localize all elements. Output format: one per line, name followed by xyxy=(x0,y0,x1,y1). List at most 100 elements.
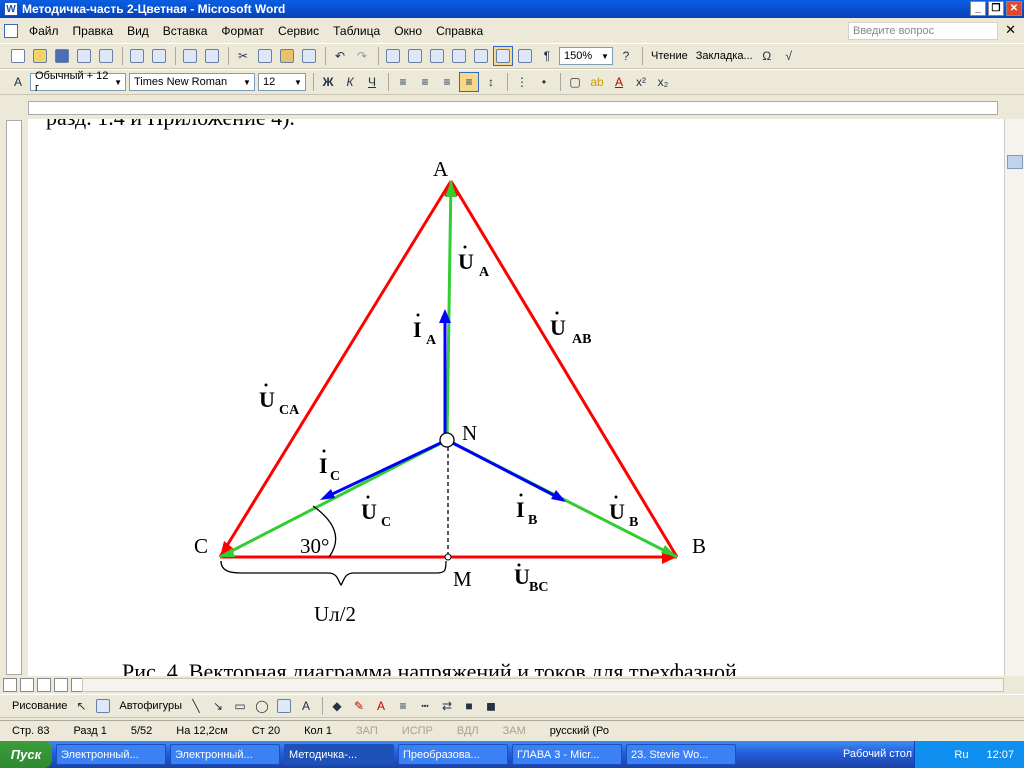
open-icon[interactable] xyxy=(30,46,50,66)
show-hide-icon[interactable]: ¶ xyxy=(537,46,557,66)
outline-view-icon[interactable] xyxy=(54,677,68,692)
copy-icon[interactable] xyxy=(255,46,275,66)
print-view-icon[interactable] xyxy=(37,677,51,692)
cut-icon[interactable]: ✂ xyxy=(233,46,253,66)
menu-edit[interactable]: Правка xyxy=(66,24,121,38)
taskbar-item[interactable]: ГЛАВА 3 - Micr... xyxy=(512,744,622,765)
menu-window[interactable]: Окно xyxy=(387,24,429,38)
oval-tool-icon[interactable]: ◯ xyxy=(252,696,272,716)
close-document-icon[interactable]: ✕ xyxy=(1005,22,1016,38)
drawing-icon[interactable] xyxy=(493,46,513,66)
fill-color-icon[interactable]: ◆ xyxy=(327,696,347,716)
ask-question-input[interactable]: Введите вопрос xyxy=(848,22,998,40)
menu-help[interactable]: Справка xyxy=(429,24,490,38)
redo-icon[interactable]: ↷ xyxy=(352,46,372,66)
research-icon[interactable] xyxy=(202,46,222,66)
equation-icon[interactable]: √ xyxy=(779,46,799,66)
print-preview-icon[interactable] xyxy=(149,46,169,66)
align-right-icon[interactable]: ≡ xyxy=(437,72,457,92)
autoshapes-menu[interactable]: Автофигуры xyxy=(115,700,186,712)
superscript-icon[interactable]: x² xyxy=(631,72,651,92)
shadow-icon[interactable]: ■ xyxy=(459,696,479,716)
status-trk[interactable]: ИСПР xyxy=(390,725,445,737)
insert-excel-icon[interactable] xyxy=(449,46,469,66)
close-button[interactable]: ✕ xyxy=(1006,1,1022,16)
minimize-button[interactable]: _ xyxy=(970,1,986,16)
subscript-icon[interactable]: x₂ xyxy=(653,72,673,92)
bullets-icon[interactable]: • xyxy=(534,72,554,92)
menu-tools[interactable]: Сервис xyxy=(271,24,326,38)
textbox-icon[interactable] xyxy=(274,696,294,716)
underline-icon[interactable]: Ч xyxy=(362,72,382,92)
scroll-thumb[interactable] xyxy=(1007,155,1023,169)
numbering-icon[interactable]: ⋮ xyxy=(512,72,532,92)
zoom-select[interactable]: 150% ▼ xyxy=(559,47,613,65)
permission-icon[interactable] xyxy=(74,46,94,66)
web-view-icon[interactable] xyxy=(20,677,34,692)
email-icon[interactable] xyxy=(96,46,116,66)
menu-view[interactable]: Вид xyxy=(120,24,156,38)
spelling-icon[interactable] xyxy=(180,46,200,66)
taskbar-item[interactable]: 23. Stevie Wo... xyxy=(626,744,736,765)
line-style-icon[interactable]: ≡ xyxy=(393,696,413,716)
wordart-icon[interactable]: A xyxy=(296,696,316,716)
menu-format[interactable]: Формат xyxy=(214,24,271,38)
draw-font-color-icon[interactable]: A xyxy=(371,696,391,716)
dash-style-icon[interactable]: ┅ xyxy=(415,696,435,716)
document-icon[interactable] xyxy=(4,23,18,38)
3d-icon[interactable]: ◼ xyxy=(481,696,501,716)
styles-icon[interactable]: A xyxy=(8,72,28,92)
drawing-menu[interactable]: Рисование xyxy=(8,700,71,712)
omega-icon[interactable]: Ω xyxy=(757,46,777,66)
bookmarks-button[interactable]: Закладка... xyxy=(692,50,757,62)
save-icon[interactable] xyxy=(52,46,72,66)
line-tool-icon[interactable]: ╲ xyxy=(186,696,206,716)
taskbar-item[interactable]: Электронный... xyxy=(170,744,280,765)
taskbar-item[interactable]: Электронный... xyxy=(56,744,166,765)
font-select[interactable]: Times New Roman ▼ xyxy=(129,73,255,91)
status-ext[interactable]: ВДЛ xyxy=(445,725,491,737)
size-select[interactable]: 12 ▼ xyxy=(258,73,306,91)
menu-file[interactable]: Файл xyxy=(22,24,66,38)
horizontal-scrollbar[interactable] xyxy=(82,678,1004,692)
start-button[interactable]: Пуск xyxy=(0,741,52,768)
format-painter-icon[interactable] xyxy=(299,46,319,66)
menu-table[interactable]: Таблица xyxy=(326,24,387,38)
new-doc-icon[interactable] xyxy=(8,46,28,66)
select-objects-icon[interactable]: ↖ xyxy=(71,696,91,716)
line-color-icon[interactable]: ✎ xyxy=(349,696,369,716)
style-select[interactable]: Обычный + 12 г ▼ xyxy=(30,70,126,94)
align-center-icon[interactable]: ≡ xyxy=(415,72,435,92)
vertical-scrollbar[interactable] xyxy=(1004,119,1024,676)
canvas-icon[interactable] xyxy=(93,696,113,716)
restore-button[interactable]: ❐ xyxy=(988,1,1004,16)
hyperlink-icon[interactable] xyxy=(383,46,403,66)
desktop-toolbar[interactable]: Рабочий стол xyxy=(843,748,912,760)
help-icon[interactable]: ? xyxy=(616,46,636,66)
insert-table-icon[interactable] xyxy=(427,46,447,66)
align-left-icon[interactable]: ≡ xyxy=(393,72,413,92)
arrow-style-icon[interactable]: ⇄ xyxy=(437,696,457,716)
normal-view-icon[interactable] xyxy=(3,677,17,692)
tables-borders-icon[interactable] xyxy=(405,46,425,66)
line-spacing-icon[interactable]: ↕ xyxy=(481,72,501,92)
read-button[interactable]: Чтение xyxy=(647,50,692,62)
bold-icon[interactable]: Ж xyxy=(318,72,338,92)
language-indicator[interactable]: Ru xyxy=(954,749,968,761)
status-rec[interactable]: ЗАП xyxy=(344,725,390,737)
print-icon[interactable] xyxy=(127,46,147,66)
menu-insert[interactable]: Вставка xyxy=(156,24,215,38)
status-ovr[interactable]: ЗАМ xyxy=(491,725,538,737)
align-justify-icon[interactable]: ≡ xyxy=(459,72,479,92)
borders-icon[interactable]: ▢ xyxy=(565,72,585,92)
highlight-icon[interactable]: ab xyxy=(587,72,607,92)
font-color-icon[interactable]: A xyxy=(609,72,629,92)
columns-icon[interactable] xyxy=(471,46,491,66)
taskbar-item[interactable]: Преобразова... xyxy=(398,744,508,765)
arrow-tool-icon[interactable]: ↘ xyxy=(208,696,228,716)
undo-icon[interactable]: ↶ xyxy=(330,46,350,66)
taskbar-item-active[interactable]: Методичка-... xyxy=(284,744,394,765)
paste-icon[interactable] xyxy=(277,46,297,66)
italic-icon[interactable]: К xyxy=(340,72,360,92)
rectangle-tool-icon[interactable]: ▭ xyxy=(230,696,250,716)
